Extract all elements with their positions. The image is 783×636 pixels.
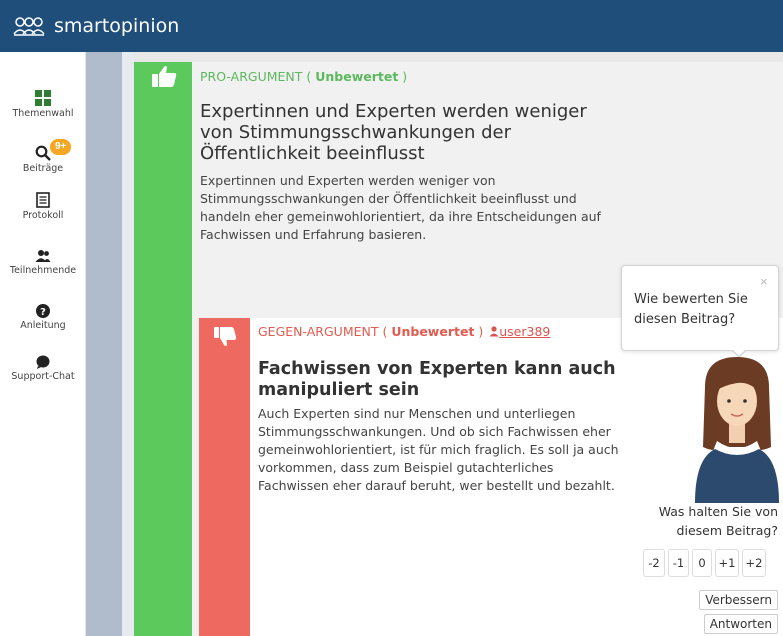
rating-question-line2: diesem Beitrag? bbox=[676, 523, 778, 538]
svg-text:?: ? bbox=[40, 307, 46, 318]
reply-button[interactable]: Antworten bbox=[703, 614, 778, 634]
author-link[interactable]: user389 bbox=[489, 324, 550, 339]
pro-argument-title: Expertinnen und Experten werden weniger … bbox=[200, 101, 587, 164]
sidebar-item-protokoll[interactable]: Protokoll bbox=[0, 192, 86, 221]
contra-rating-status: Unbewertet bbox=[391, 324, 475, 339]
rate-plus-2-button[interactable]: +2 bbox=[742, 549, 766, 577]
thumbs-down-icon bbox=[214, 327, 237, 346]
improve-button[interactable]: Verbessern bbox=[699, 590, 778, 610]
contra-argument-title: Fachwissen von Experten kann auch manipu… bbox=[258, 359, 616, 400]
pro-argument-stripe bbox=[134, 62, 192, 636]
content-gutter bbox=[86, 52, 122, 636]
app-name: smartopinion bbox=[54, 15, 180, 37]
users-icon bbox=[35, 250, 51, 262]
author-name: user389 bbox=[499, 324, 551, 339]
sidebar-item-label: Anleitung bbox=[20, 320, 66, 331]
app-header: smartopinion bbox=[0, 0, 783, 52]
pro-type-label: PRO-ARGUMENT bbox=[200, 69, 303, 84]
rate-minus-1-button[interactable]: -1 bbox=[668, 549, 689, 577]
contra-argument-stripe bbox=[199, 318, 250, 636]
user-icon bbox=[489, 326, 499, 337]
rating-buttons: -2 -1 0 +1 +2 bbox=[643, 549, 766, 577]
beitraege-badge: 9+ bbox=[50, 139, 72, 155]
contra-argument-header: GEGEN-ARGUMENT ( Unbewertet ) user389 bbox=[258, 324, 551, 339]
pro-argument-header: PRO-ARGUMENT ( Unbewertet ) bbox=[200, 69, 408, 84]
assistant-avatar bbox=[695, 357, 779, 503]
sidebar-item-anleitung[interactable]: ? Anleitung bbox=[0, 304, 86, 331]
sidebar-item-label: Teilnehmende bbox=[9, 265, 77, 276]
rate-0-button[interactable]: 0 bbox=[692, 549, 712, 577]
pro-rating-status: Unbewertet bbox=[315, 69, 399, 84]
sidebar-item-label: Beiträge bbox=[22, 163, 64, 174]
help-icon: ? bbox=[36, 304, 50, 318]
sidebar-item-label: Themenwahl bbox=[12, 108, 74, 119]
contra-type-label: GEGEN-ARGUMENT bbox=[258, 324, 379, 339]
chat-icon bbox=[36, 355, 50, 369]
tooltip-text: Wie bewerten Sie diesen Beitrag? bbox=[634, 292, 748, 327]
document-icon bbox=[36, 192, 50, 208]
sidebar-item-themenwahl[interactable]: Themenwahl bbox=[0, 90, 86, 119]
sidebar-item-support-chat[interactable]: Support-Chat bbox=[0, 355, 86, 382]
pro-argument-body: Expertinnen und Experten werden weniger … bbox=[200, 173, 601, 242]
rate-plus-1-button[interactable]: +1 bbox=[715, 549, 739, 577]
contra-argument-body: Auch Experten sind nur Menschen und unte… bbox=[258, 406, 619, 493]
thumbs-up-icon bbox=[152, 66, 177, 87]
people-logo-icon bbox=[13, 17, 45, 36]
rating-question-line1: Was halten Sie von bbox=[658, 504, 778, 519]
content-gutter-inner bbox=[122, 52, 134, 636]
sidebar-item-label: Protokoll bbox=[22, 210, 64, 221]
grid-icon bbox=[35, 90, 51, 106]
sidebar-item-beitraege[interactable]: 9+ Beiträge bbox=[0, 139, 86, 174]
close-icon[interactable]: × bbox=[760, 274, 768, 289]
sidebar-item-teilnehmende[interactable]: Teilnehmende bbox=[0, 249, 86, 276]
sidebar: Themenwahl 9+ Beiträge Protokoll Teilneh… bbox=[0, 52, 86, 636]
app-logo[interactable]: smartopinion bbox=[12, 15, 179, 37]
rate-minus-2-button[interactable]: -2 bbox=[643, 549, 665, 577]
rating-question: Was halten Sie von diesem Beitrag? bbox=[638, 502, 778, 540]
search-icon bbox=[35, 145, 51, 161]
sidebar-item-label: Support-Chat bbox=[11, 371, 75, 382]
